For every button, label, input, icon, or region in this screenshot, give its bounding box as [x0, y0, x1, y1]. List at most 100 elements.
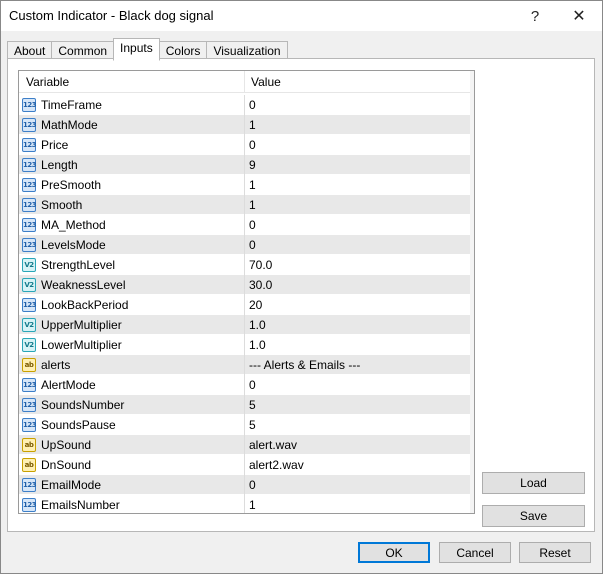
value-cell[interactable]: 9: [245, 158, 474, 172]
table-row[interactable]: V2 LowerMultiplier 1.0: [19, 334, 474, 355]
integer-icon: 123: [22, 117, 37, 132]
close-button[interactable]: ✕: [557, 1, 601, 31]
variable-cell: 123 AlertMode: [19, 374, 245, 395]
table-row[interactable]: 123 Price 0: [19, 134, 474, 155]
variable-name: MA_Method: [41, 217, 106, 232]
table-row[interactable]: 123 LookBackPeriod 20: [19, 294, 474, 315]
integer-icon: 123: [22, 157, 37, 172]
variable-cell: 123 LookBackPeriod: [19, 294, 245, 315]
string-icon: ab: [22, 457, 36, 472]
integer-icon: 123: [22, 397, 37, 412]
variable-cell: 123 Price: [19, 134, 245, 155]
tab-strip: About Common Inputs Colors Visualization: [7, 38, 288, 61]
string-icon: ab: [22, 437, 36, 452]
table-row[interactable]: 123 EmailsNumber 1: [19, 494, 474, 513]
variable-cell: 123 MathMode: [19, 114, 245, 135]
help-button[interactable]: ?: [513, 1, 557, 31]
table-row[interactable]: 123 Smooth 1: [19, 194, 474, 215]
variable-cell: ab DnSound: [19, 454, 245, 475]
variable-cell: ab alerts: [19, 354, 245, 375]
variable-name: LookBackPeriod: [41, 297, 129, 312]
integer-icon: 123: [22, 497, 37, 512]
title-bar: Custom Indicator - Black dog signal ? ✕: [1, 1, 602, 31]
inputs-grid: Variable Value 123 TimeFrame 0 123 MathMode 1…: [18, 70, 475, 514]
close-icon: ✕: [572, 8, 586, 25]
value-cell[interactable]: 1: [245, 178, 474, 192]
variable-name: TimeFrame: [41, 97, 102, 112]
value-cell[interactable]: 1: [245, 198, 474, 212]
value-cell[interactable]: 30.0: [245, 278, 474, 292]
value-cell[interactable]: 0: [245, 378, 474, 392]
value-cell[interactable]: 5: [245, 398, 474, 412]
value-cell[interactable]: 0: [245, 98, 474, 112]
variable-name: Length: [41, 157, 78, 172]
table-row[interactable]: 123 Length 9: [19, 154, 474, 175]
table-row[interactable]: 123 LevelsMode 0: [19, 234, 474, 255]
variable-name: SoundsPause: [41, 417, 116, 432]
variable-name: UpperMultiplier: [41, 317, 122, 332]
variable-name: LowerMultiplier: [41, 337, 122, 352]
value-cell[interactable]: 70.0: [245, 258, 474, 272]
table-row[interactable]: ab alerts --- Alerts & Emails ---: [19, 354, 474, 375]
variable-cell: ab UpSound: [19, 434, 245, 455]
table-row[interactable]: V2 UpperMultiplier 1.0: [19, 314, 474, 335]
integer-icon: 123: [22, 377, 37, 392]
value-cell[interactable]: 0: [245, 138, 474, 152]
variable-name: Smooth: [41, 197, 83, 212]
variable-name: AlertMode: [41, 377, 96, 392]
value-cell[interactable]: 1.0: [245, 338, 474, 352]
table-row[interactable]: 123 MathMode 1: [19, 114, 474, 135]
variable-cell: 123 MA_Method: [19, 214, 245, 235]
variable-cell: V2 WeaknessLevel: [19, 274, 245, 295]
table-row[interactable]: ab DnSound alert2.wav: [19, 454, 474, 475]
variable-name: SoundsNumber: [41, 397, 125, 412]
integer-icon: 123: [22, 237, 37, 252]
table-row[interactable]: ab UpSound alert.wav: [19, 434, 474, 455]
integer-icon: 123: [22, 197, 37, 212]
table-row[interactable]: V2 WeaknessLevel 30.0: [19, 274, 474, 295]
grid-header: Variable Value: [19, 71, 474, 93]
table-row[interactable]: V2 StrengthLevel 70.0: [19, 254, 474, 275]
table-row[interactable]: 123 SoundsPause 5: [19, 414, 474, 435]
ok-button[interactable]: OK: [358, 542, 430, 563]
column-header-value[interactable]: Value: [245, 71, 474, 93]
integer-icon: 123: [22, 177, 37, 192]
value-cell[interactable]: 0: [245, 478, 474, 492]
value-cell[interactable]: 20: [245, 298, 474, 312]
inputs-panel: Variable Value 123 TimeFrame 0 123 MathMode 1…: [7, 58, 595, 532]
variable-name: PreSmooth: [41, 177, 102, 192]
table-row[interactable]: 123 AlertMode 0: [19, 374, 474, 395]
variable-cell: V2 StrengthLevel: [19, 254, 245, 275]
double-icon: V2: [22, 317, 36, 332]
variable-name: LevelsMode: [41, 237, 106, 252]
cancel-button[interactable]: Cancel: [439, 542, 511, 563]
variable-name: WeaknessLevel: [41, 277, 126, 292]
variable-cell: 123 PreSmooth: [19, 174, 245, 195]
value-cell[interactable]: 1.0: [245, 318, 474, 332]
value-cell[interactable]: alert.wav: [245, 438, 474, 452]
value-cell[interactable]: 1: [245, 498, 474, 512]
value-cell[interactable]: 1: [245, 118, 474, 132]
variable-name: Price: [41, 137, 69, 152]
load-button[interactable]: Load: [482, 472, 585, 494]
variable-cell: 123 EmailMode: [19, 474, 245, 495]
double-icon: V2: [22, 257, 36, 272]
table-row[interactable]: 123 SoundsNumber 5: [19, 394, 474, 415]
grid-scrollbar[interactable]: [470, 71, 474, 513]
table-row[interactable]: 123 TimeFrame 0: [19, 94, 474, 115]
reset-button[interactable]: Reset: [519, 542, 591, 563]
value-cell[interactable]: alert2.wav: [245, 458, 474, 472]
variable-cell: V2 UpperMultiplier: [19, 314, 245, 335]
table-row[interactable]: 123 EmailMode 0: [19, 474, 474, 495]
save-button[interactable]: Save: [482, 505, 585, 527]
table-row[interactable]: 123 MA_Method 0: [19, 214, 474, 235]
value-cell[interactable]: 0: [245, 218, 474, 232]
value-cell[interactable]: 5: [245, 418, 474, 432]
value-cell[interactable]: 0: [245, 238, 474, 252]
dialog-window: Custom Indicator - Black dog signal ? ✕ …: [0, 0, 603, 574]
table-row[interactable]: 123 PreSmooth 1: [19, 174, 474, 195]
value-cell[interactable]: --- Alerts & Emails ---: [245, 358, 474, 372]
column-header-variable[interactable]: Variable: [19, 71, 245, 93]
tab-inputs[interactable]: Inputs: [113, 38, 160, 61]
variable-cell: 123 Smooth: [19, 194, 245, 215]
